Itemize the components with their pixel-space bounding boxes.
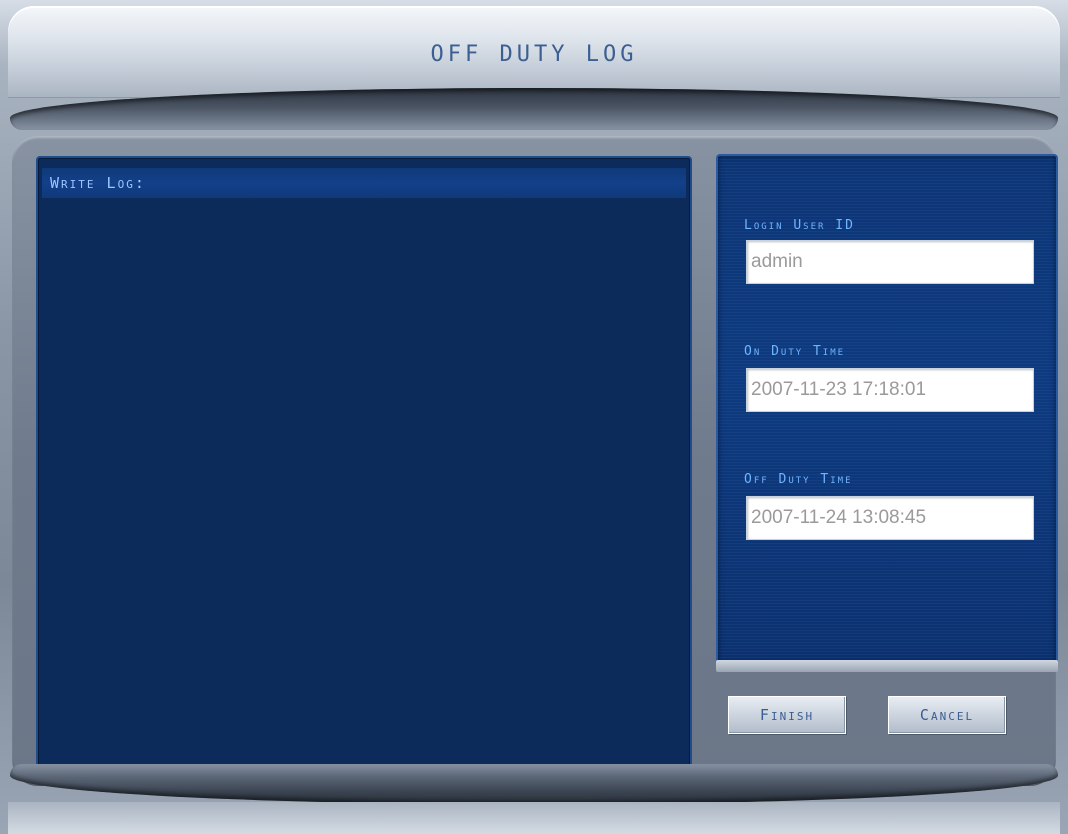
info-panel-separator [716, 660, 1058, 672]
on-duty-time-label: On Duty Time [744, 344, 846, 359]
login-user-id-label: Login User ID [744, 218, 855, 233]
duty-info-panel: Login User ID On Duty Time Off Duty Time [716, 154, 1058, 664]
title-bar[interactable]: OFF DUTY LOG [8, 6, 1060, 98]
write-log-header: Write Log: [42, 168, 686, 198]
finish-button[interactable]: Finish [728, 696, 846, 734]
on-duty-time-field[interactable] [746, 368, 1034, 412]
off-duty-log-window: OFF DUTY LOG Write Log: Login User ID On… [0, 0, 1068, 834]
cancel-button[interactable]: Cancel [888, 696, 1006, 734]
window-title: OFF DUTY LOG [430, 42, 638, 67]
off-duty-time-field[interactable] [746, 496, 1034, 540]
write-log-label: Write Log: [50, 174, 146, 192]
write-log-textarea[interactable] [42, 200, 686, 764]
off-duty-time-label: Off Duty Time [744, 472, 853, 487]
login-user-id-field[interactable] [746, 240, 1034, 284]
write-log-panel: Write Log: [36, 156, 692, 772]
bottom-divider-band [10, 764, 1058, 804]
bottom-strip [8, 802, 1060, 834]
